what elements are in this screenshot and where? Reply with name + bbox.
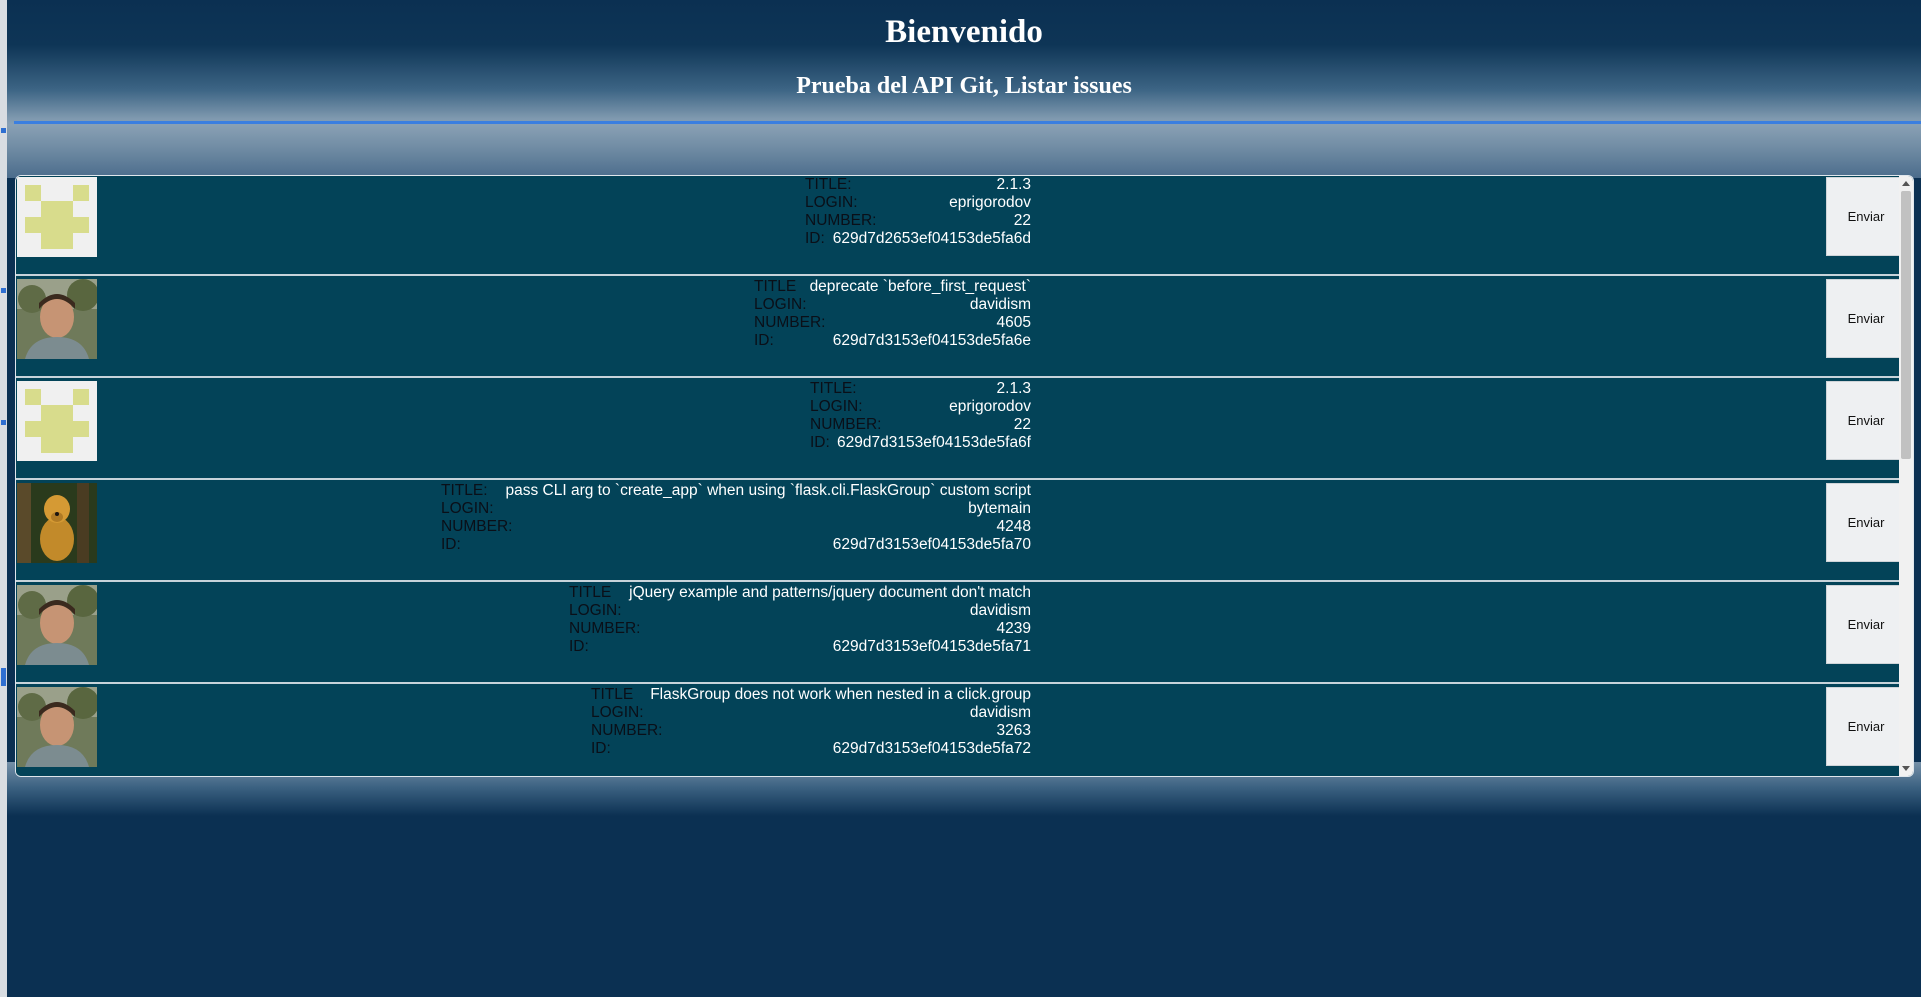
- login-label: LOGIN:: [569, 602, 622, 619]
- issue-title: deprecate `before_first_request`: [809, 278, 1031, 295]
- login-label: LOGIN:: [810, 398, 863, 415]
- issue-row: TITLE: 2.1.3 LOGIN: eprigorodov NUMBER: 22 …: [16, 380, 1906, 480]
- page-title: Bienvenido: [885, 14, 1043, 50]
- issue-id: 629d7d3153ef04153de5fa6e: [832, 332, 1031, 349]
- issue-id: 629d7d3153ef04153de5fa70: [832, 536, 1031, 553]
- issue-number: 4248: [996, 518, 1031, 535]
- left-window-edge: [0, 0, 7, 997]
- issue-title: jQuery example and patterns/jquery docum…: [629, 584, 1031, 601]
- issue-number: 22: [1013, 212, 1031, 229]
- issue-id: 629d7d3153ef04153de5fa6f: [837, 434, 1031, 451]
- list-top-gradient: [7, 124, 1921, 178]
- login-label: LOGIN:: [441, 500, 494, 517]
- number-label: NUMBER:: [754, 314, 826, 331]
- issues-list[interactable]: TITLE: 2.1.3 LOGIN: eprigorodov NUMBER: 22 …: [15, 175, 1914, 777]
- scrollbar-thumb[interactable]: [1901, 191, 1911, 459]
- id-label: ID:: [591, 740, 611, 757]
- id-label: ID:: [810, 434, 830, 451]
- issue-id: 629d7d2653ef04153de5fa6d: [832, 230, 1031, 247]
- issue-login: eprigorodov: [949, 398, 1031, 415]
- list-scrollbar[interactable]: [1899, 176, 1913, 776]
- issue-info: TITLE jQuery example and patterns/jquery …: [569, 584, 1031, 656]
- issue-row: TITLE: pass CLI arg to `create_app` when …: [16, 482, 1906, 582]
- id-label: ID:: [805, 230, 825, 247]
- edge-marker: [1, 420, 6, 425]
- photo-avatar-man: [17, 585, 97, 665]
- identicon-avatar: [17, 177, 97, 257]
- page-header: Bienvenido Prueba del API Git, Listar is…: [7, 0, 1921, 125]
- title-label: TITLE: [754, 278, 797, 295]
- issue-number: 22: [1013, 416, 1031, 433]
- edge-marker: [1, 288, 6, 293]
- issue-title: 2.1.3: [996, 176, 1031, 193]
- issue-row: TITLE: 2.1.3 LOGIN: eprigorodov NUMBER: 22 …: [16, 176, 1906, 276]
- issue-row: TITLE jQuery example and patterns/jquery …: [16, 584, 1906, 684]
- issue-row: TITLE deprecate `before_first_request` LO…: [16, 278, 1906, 378]
- send-button[interactable]: Enviar: [1826, 687, 1906, 766]
- edge-marker: [1, 128, 6, 133]
- number-label: NUMBER:: [569, 620, 641, 637]
- number-label: NUMBER:: [441, 518, 513, 535]
- photo-avatar-dog: [17, 483, 97, 563]
- issue-number: 3263: [996, 722, 1031, 739]
- title-label: TITLE:: [441, 482, 488, 499]
- issue-info: TITLE: pass CLI arg to `create_app` when …: [441, 482, 1031, 554]
- send-button[interactable]: Enviar: [1826, 279, 1906, 358]
- page: Bienvenido Prueba del API Git, Listar is…: [7, 0, 1921, 997]
- id-label: ID:: [569, 638, 589, 655]
- identicon-avatar: [17, 381, 97, 461]
- title-label: TITLE: [591, 686, 634, 703]
- issue-title: FlaskGroup does not work when nested in …: [650, 686, 1031, 703]
- issue-login: bytemain: [968, 500, 1031, 517]
- login-label: LOGIN:: [754, 296, 807, 313]
- issue-title: pass CLI arg to `create_app` when using …: [505, 482, 1032, 499]
- page-subtitle: Prueba del API Git, Listar issues: [796, 73, 1132, 99]
- edge-marker: [1, 668, 6, 686]
- scroll-up-icon[interactable]: [1902, 181, 1910, 186]
- send-button[interactable]: Enviar: [1826, 381, 1906, 460]
- issue-number: 4239: [996, 620, 1031, 637]
- issue-info: TITLE FlaskGroup does not work when neste…: [591, 686, 1031, 758]
- number-label: NUMBER:: [591, 722, 663, 739]
- send-button[interactable]: Enviar: [1826, 585, 1906, 664]
- issue-login: davidism: [969, 602, 1031, 619]
- issue-title: 2.1.3: [996, 380, 1031, 397]
- login-label: LOGIN:: [805, 194, 858, 211]
- issue-info: TITLE: 2.1.3 LOGIN: eprigorodov NUMBER: 22 …: [805, 176, 1031, 248]
- issue-login: davidism: [969, 704, 1031, 721]
- issue-login: eprigorodov: [949, 194, 1031, 211]
- send-button[interactable]: Enviar: [1826, 177, 1906, 256]
- issue-info: TITLE: 2.1.3 LOGIN: eprigorodov NUMBER: 22 …: [810, 380, 1031, 452]
- issue-number: 4605: [996, 314, 1031, 331]
- scroll-down-icon[interactable]: [1902, 766, 1910, 771]
- number-label: NUMBER:: [805, 212, 877, 229]
- number-label: NUMBER:: [810, 416, 882, 433]
- issue-info: TITLE deprecate `before_first_request` LO…: [754, 278, 1031, 350]
- photo-avatar-man: [17, 687, 97, 767]
- photo-avatar-man: [17, 279, 97, 359]
- send-button[interactable]: Enviar: [1826, 483, 1906, 562]
- issue-id: 629d7d3153ef04153de5fa72: [832, 740, 1031, 757]
- issue-id: 629d7d3153ef04153de5fa71: [832, 638, 1031, 655]
- issue-row: TITLE FlaskGroup does not work when neste…: [16, 686, 1906, 776]
- login-label: LOGIN:: [591, 704, 644, 721]
- title-label: TITLE: [569, 584, 612, 601]
- title-label: TITLE:: [810, 380, 857, 397]
- id-label: ID:: [441, 536, 461, 553]
- issue-login: davidism: [969, 296, 1031, 313]
- title-label: TITLE:: [805, 176, 852, 193]
- id-label: ID:: [754, 332, 774, 349]
